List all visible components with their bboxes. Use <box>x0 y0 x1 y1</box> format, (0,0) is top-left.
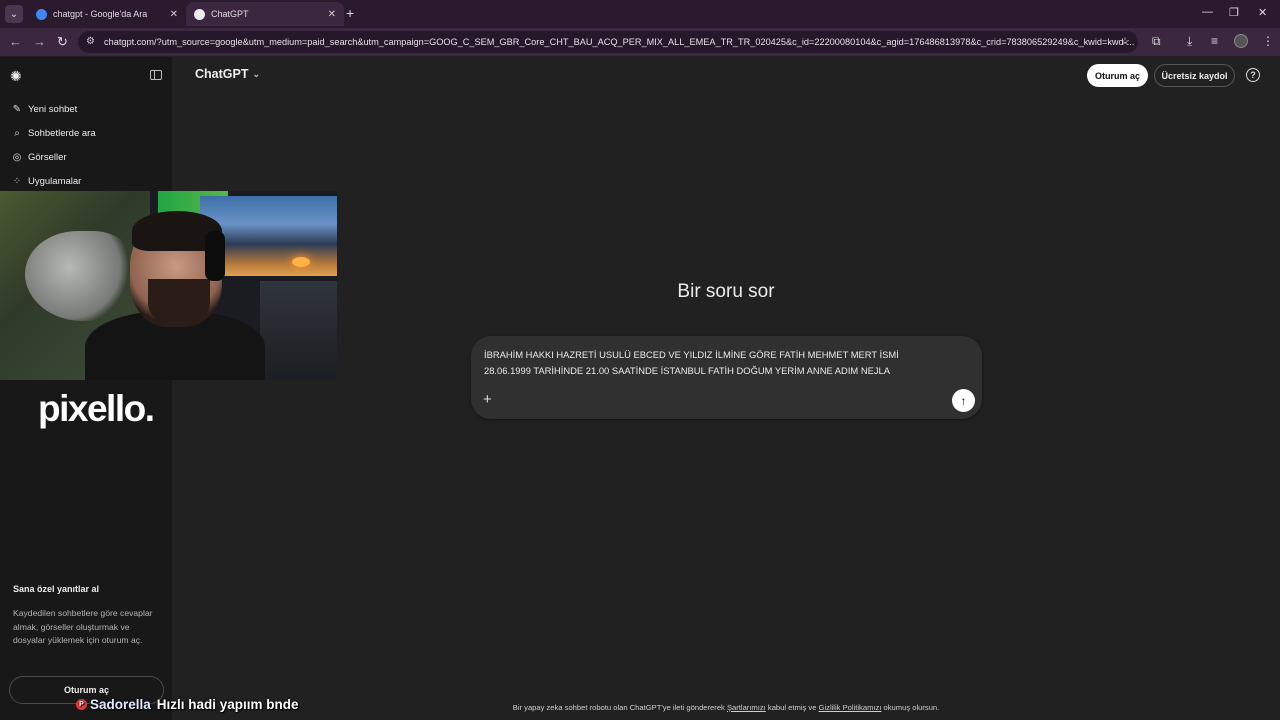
sidebar-item-images[interactable]: ◎ Görseller <box>11 152 67 163</box>
browser-tab-bar: ⌄ chatgpt - Google'da Ara ✕ ChatGPT ✕ + … <box>0 0 1280 28</box>
signup-button[interactable]: Ücretsiz kaydol <box>1154 64 1235 87</box>
extensions-icon[interactable]: ⧉ <box>1152 34 1161 49</box>
help-icon[interactable]: ? <box>1246 68 1260 82</box>
sidebar-item-label: Uygulamalar <box>28 176 82 187</box>
webcam-horse-painting <box>25 231 135 321</box>
browser-tab-google[interactable]: chatgpt - Google'da Ara ✕ <box>28 2 186 26</box>
reload-icon[interactable]: ↻ <box>57 34 68 50</box>
apps-icon: ⁘ <box>12 176 22 187</box>
openai-logo-icon[interactable]: ✺ <box>10 68 26 84</box>
back-icon[interactable]: ← <box>9 34 22 49</box>
chatgpt-favicon-icon <box>194 8 205 20</box>
page-title: Bir soru sor <box>677 281 775 302</box>
stream-chat-message: P Sadorella Hızlı hadi yapıım bnde <box>76 697 299 712</box>
prompt-composer[interactable]: İBRAHİM HAKKI HAZRETİ USULÜ EBCED VE YIL… <box>471 336 982 419</box>
media-controls-icon[interactable]: ≡ <box>1211 34 1218 48</box>
chat-badge-icon: P <box>76 699 87 710</box>
promo-text: Kaydedilen sohbetlere göre cevaplar alma… <box>13 608 153 645</box>
address-bar[interactable]: ⚙ chatgpt.com/?utm_source=google&utm_med… <box>78 31 1138 53</box>
sidebar-item-new-chat[interactable]: ✎ Yeni sohbet <box>11 104 78 115</box>
sidebar-item-label: Sohbetlerde ara <box>28 128 96 139</box>
tab-search-button[interactable]: ⌄ <box>5 5 23 23</box>
images-icon: ◎ <box>12 152 22 163</box>
model-picker[interactable]: ChatGPT ⌄ <box>195 67 260 81</box>
new-tab-icon[interactable]: + <box>346 5 354 21</box>
terms-link[interactable]: Şartlarımızı <box>727 703 766 712</box>
promo-title: Sana özel yanıtlar al <box>13 584 100 594</box>
edit-icon: ✎ <box>12 104 22 115</box>
login-button[interactable]: Oturum aç <box>1087 64 1148 87</box>
chat-text: Hızlı hadi yapıım bnde <box>156 697 299 712</box>
webcam-overlay <box>0 191 337 380</box>
footer-disclaimer: Bir yapay zeka sohbet robotu olan ChatGP… <box>470 703 982 712</box>
chat-username: Sadorella <box>90 697 151 712</box>
prompt-input[interactable]: İBRAHİM HAKKI HAZRETİ USULÜ EBCED VE YIL… <box>484 347 944 379</box>
close-tab-icon[interactable]: ✕ <box>328 9 336 20</box>
webcam-headphones <box>205 231 225 281</box>
webcam-person-beard <box>148 279 210 327</box>
sidebar-item-label: Görseller <box>28 152 67 163</box>
search-icon: ⌕ <box>14 128 20 139</box>
close-window-icon[interactable]: ✕ <box>1258 6 1267 19</box>
pixello-logo: pixello. <box>38 388 155 429</box>
download-icon[interactable]: ⤓ <box>1187 34 1192 49</box>
browser-tab-chatgpt[interactable]: ChatGPT ✕ <box>186 2 344 26</box>
privacy-link[interactable]: Gizlilik Politikamızı <box>819 703 882 712</box>
site-info-icon[interactable]: ⚙ <box>86 36 95 47</box>
chevron-down-icon: ⌄ <box>252 68 261 79</box>
restore-icon[interactable]: ❐ <box>1229 6 1239 19</box>
footer-prefix: Bir yapay zeka sohbet robotu olan ChatGP… <box>512 703 727 712</box>
url-text: chatgpt.com/?utm_source=google&utm_mediu… <box>104 37 1135 47</box>
close-tab-icon[interactable]: ✕ <box>170 9 178 20</box>
sidebar-toggle-icon[interactable] <box>150 70 162 80</box>
footer-middle: kabul etmiş ve <box>765 703 819 712</box>
tab-title: chatgpt - Google'da Ara <box>53 9 148 19</box>
webcam-lamp <box>292 257 310 267</box>
tab-title: ChatGPT <box>211 9 249 19</box>
attach-plus-icon[interactable]: + <box>483 391 492 408</box>
profile-avatar[interactable] <box>1234 34 1248 48</box>
browser-toolbar: ← → ↻ ⚙ chatgpt.com/?utm_source=google&u… <box>0 28 1280 56</box>
footer-suffix: okumuş olursun. <box>881 703 940 712</box>
sidebar-item-apps[interactable]: ⁘ Uygulamalar <box>11 176 82 187</box>
sidebar-item-search[interactable]: ⌕ Sohbetlerde ara <box>11 128 96 139</box>
webcam-desk <box>260 281 337 380</box>
forward-icon[interactable]: → <box>33 34 46 49</box>
sidebar-item-label: Yeni sohbet <box>28 104 78 115</box>
send-button[interactable]: ↑ <box>952 389 975 412</box>
bookmark-star-icon[interactable]: ☆ <box>1120 35 1130 48</box>
browser-menu-icon[interactable]: ⋮ <box>1262 34 1274 48</box>
google-favicon-icon <box>36 8 47 20</box>
model-name: ChatGPT <box>195 67 249 81</box>
minimize-icon[interactable]: — <box>1202 6 1213 18</box>
